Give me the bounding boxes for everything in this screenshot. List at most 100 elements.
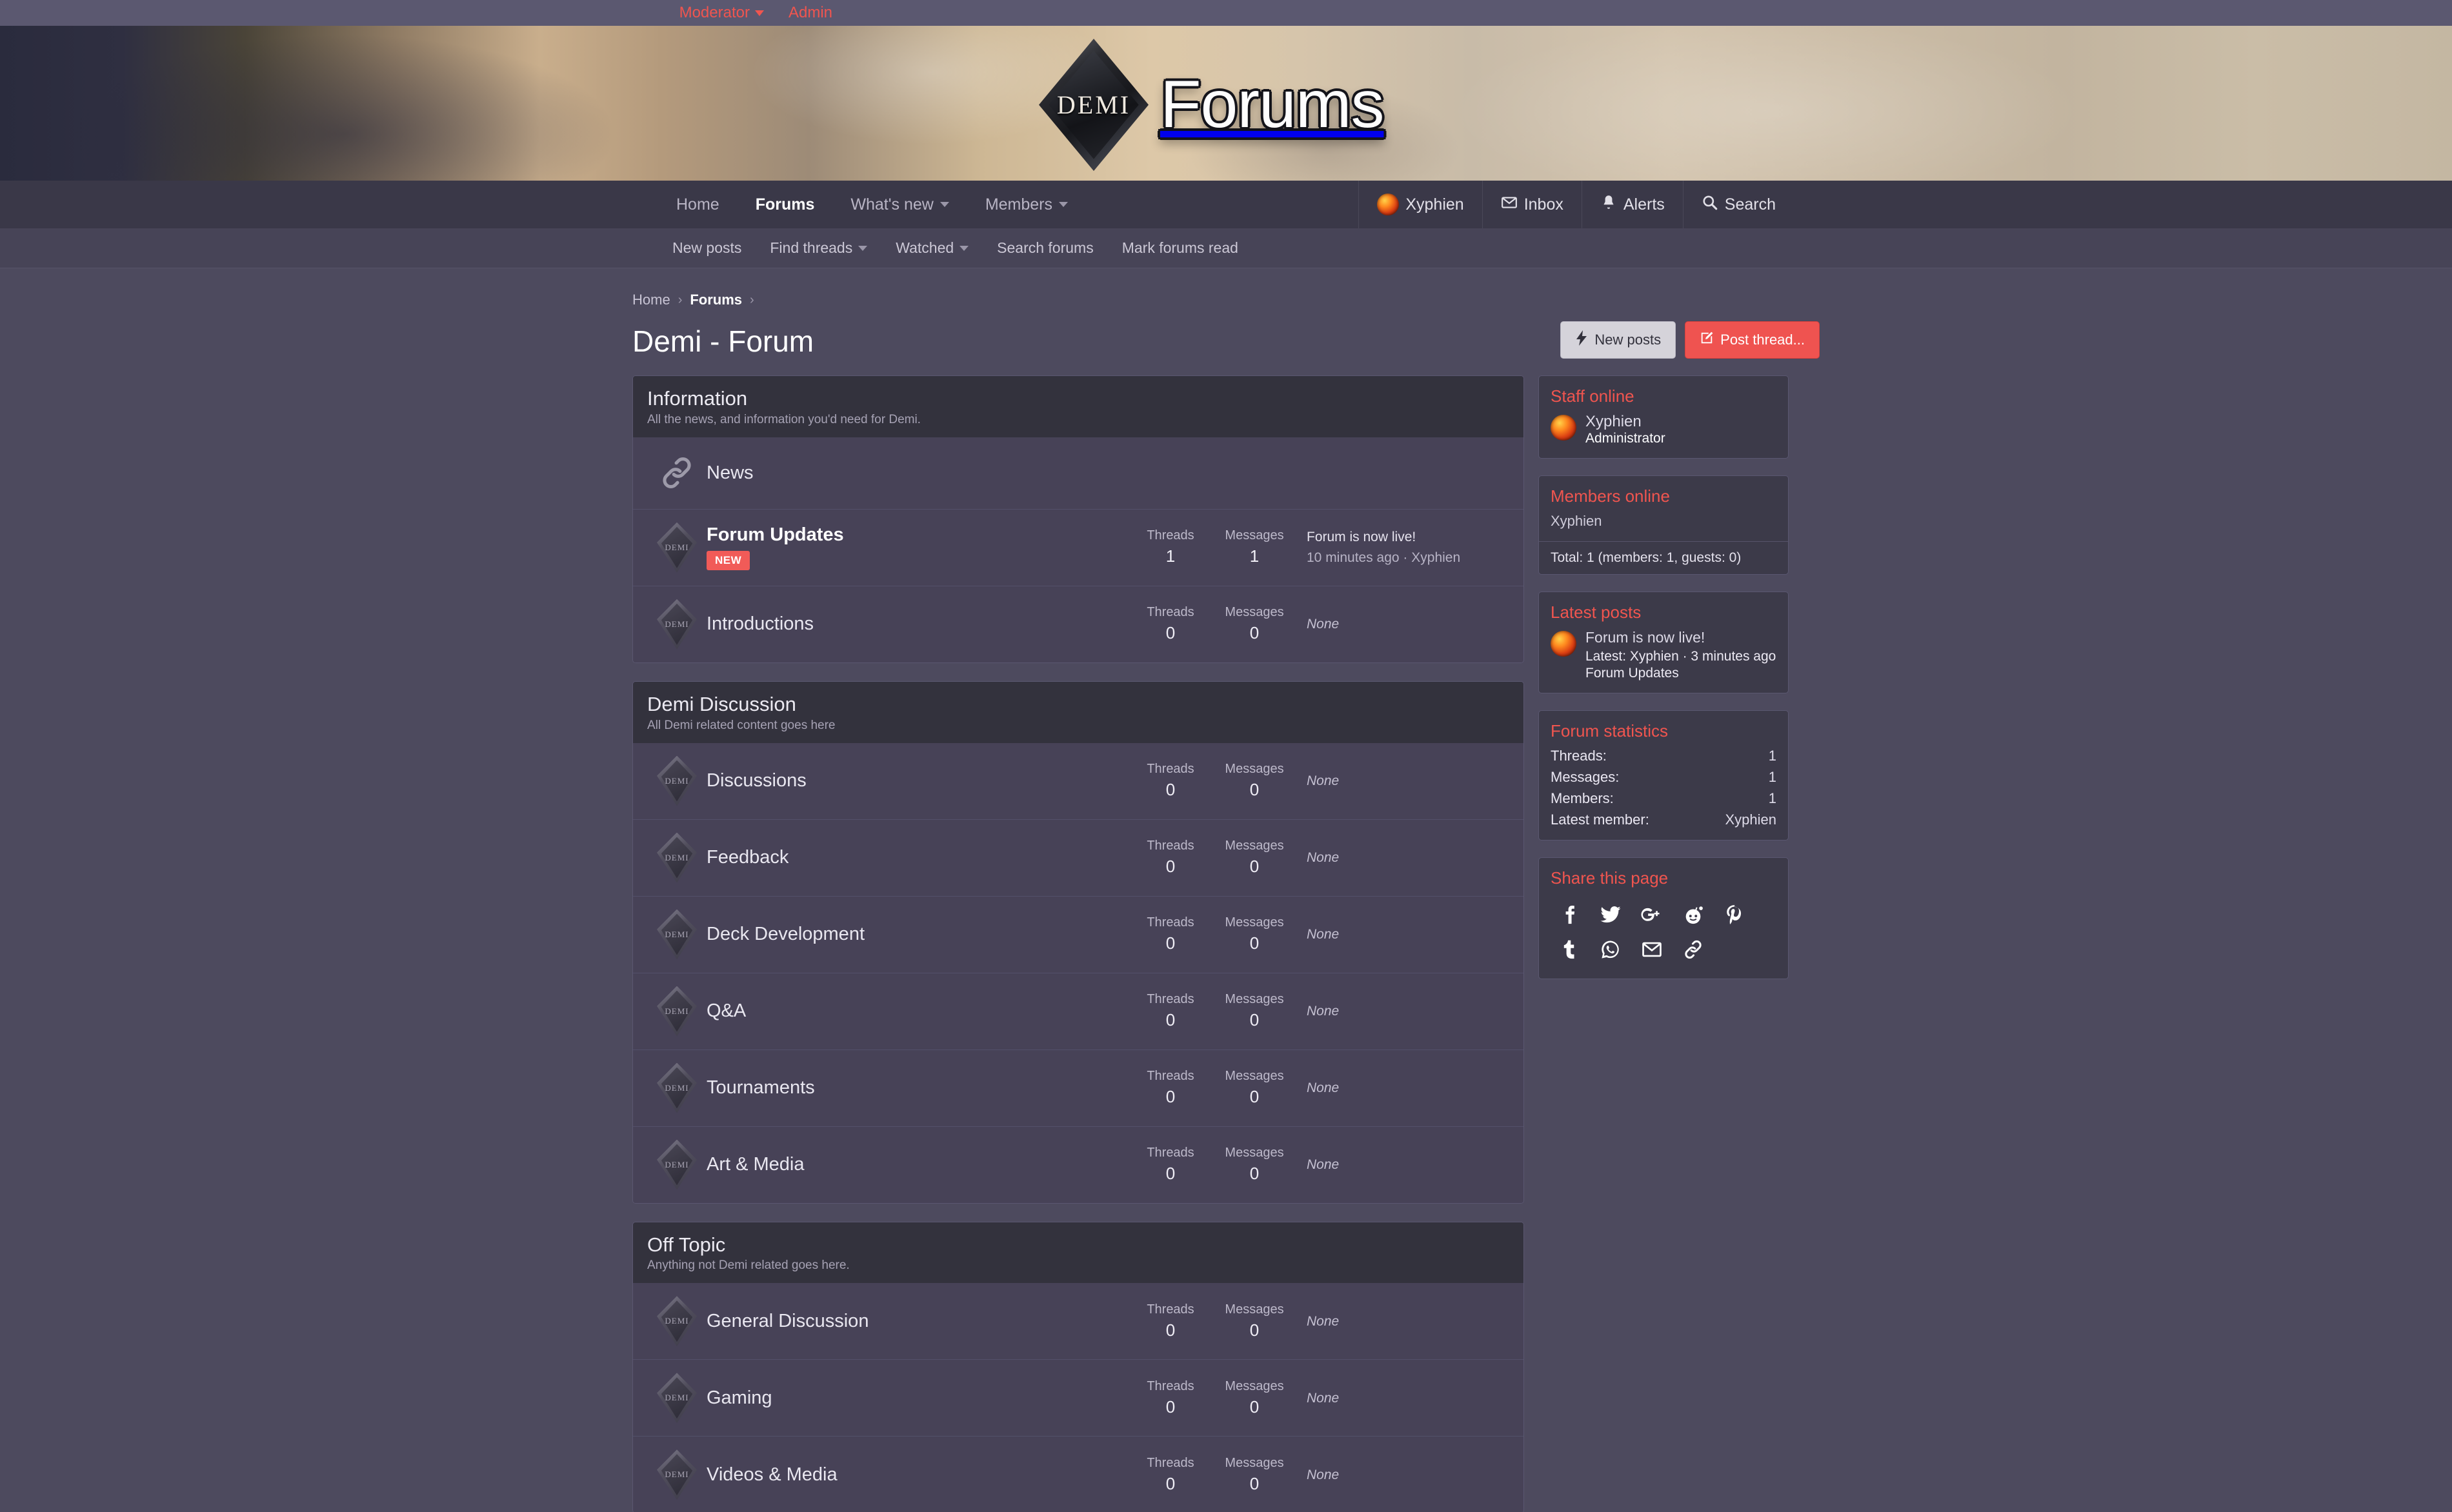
- nav-item-label: Xyphien: [1405, 195, 1464, 214]
- forum-row[interactable]: DEMI General Discussion Threads 0 Messages 0 N…: [633, 1283, 1523, 1360]
- nav-inbox-link[interactable]: Inbox: [1482, 181, 1582, 228]
- stat-threads: Threads 0: [1129, 605, 1212, 643]
- staff-online-member[interactable]: Xyphien Administrator: [1551, 413, 1776, 446]
- forum-row[interactable]: DEMI Feedback Threads 0 Messages 0 None: [633, 819, 1523, 897]
- forum-title-link[interactable]: Tournaments: [707, 1077, 1129, 1099]
- forum-title-link[interactable]: Gaming: [707, 1388, 1129, 1409]
- forum-row[interactable]: DEMI Q&A Threads 0 Messages 0 None: [633, 973, 1523, 1050]
- admin-link[interactable]: Admin: [789, 4, 832, 22]
- post-thread-button[interactable]: Post thread...: [1685, 321, 1820, 359]
- stat-label: Messages: [1225, 762, 1284, 776]
- forum-title-link[interactable]: Introductions: [707, 613, 1129, 635]
- stat-label: Threads: [1147, 1302, 1194, 1317]
- link-icon: [658, 454, 696, 492]
- avatar: [1551, 415, 1576, 441]
- forum-row[interactable]: DEMI Deck Development Threads 0 Messages 0 Non…: [633, 896, 1523, 973]
- nav-item-members[interactable]: Members: [967, 181, 1086, 228]
- category-title[interactable]: Off Topic: [647, 1233, 1509, 1258]
- subnav-item-new-posts[interactable]: New posts: [658, 239, 756, 257]
- forum-row[interactable]: DEMI Discussions Threads 0 Messages 0 None: [633, 742, 1523, 820]
- stat-threads: Threads 0: [1129, 1456, 1212, 1494]
- site-logo[interactable]: DEMI Forums: [1039, 39, 1384, 171]
- members-online-member[interactable]: Xyphien: [1551, 513, 1602, 529]
- statistic-key: Members:: [1551, 790, 1614, 806]
- forum-row[interactable]: DEMI Forum Updates NEW Threads 1 Messages 1 For…: [633, 509, 1523, 586]
- nav-item-home[interactable]: Home: [658, 181, 738, 228]
- forum-last-post-cell: None: [1296, 848, 1509, 868]
- moderator-menu-link[interactable]: Moderator: [679, 4, 764, 22]
- stat-value: 0: [1165, 933, 1176, 953]
- forum-icon-cell: DEMI: [647, 909, 707, 960]
- stat-label: Threads: [1147, 1146, 1194, 1160]
- nav-search-link[interactable]: Search: [1682, 181, 1794, 228]
- forum-stats-cell: Threads 0 Messages 0: [1129, 1456, 1296, 1494]
- statistic-value: 1: [1768, 790, 1776, 806]
- forum-icon-cell: DEMI: [647, 599, 707, 650]
- forum-title-link[interactable]: Q&A: [707, 1000, 1129, 1022]
- forum-row[interactable]: DEMI Introductions Threads 0 Messages 0 None: [633, 586, 1523, 662]
- forum-title-link[interactable]: Discussions: [707, 770, 1129, 791]
- nav-item-forums[interactable]: Forums: [738, 181, 833, 228]
- breadcrumb-item-home[interactable]: Home: [632, 292, 670, 308]
- forum-title-link[interactable]: General Discussion: [707, 1311, 1129, 1332]
- forum-row[interactable]: DEMI Art & Media Threads 0 Messages 0 None: [633, 1126, 1523, 1203]
- category-title[interactable]: Information: [647, 386, 1509, 412]
- email-icon[interactable]: [1633, 932, 1671, 967]
- stat-threads: Threads 0: [1129, 839, 1212, 877]
- stat-label: Threads: [1147, 839, 1194, 853]
- new-posts-button[interactable]: New posts: [1560, 321, 1676, 359]
- latest-post-forum[interactable]: Forum Updates: [1585, 666, 1776, 681]
- forum-row[interactable]: DEMI Gaming Threads 0 Messages 0 None: [633, 1360, 1523, 1437]
- link-icon[interactable]: [1674, 932, 1712, 967]
- statistic-row: Threads: 1: [1551, 748, 1776, 764]
- subnav-item-label: Find threads: [770, 239, 853, 256]
- reddit-icon[interactable]: [1674, 897, 1712, 932]
- statistic-key: Latest member:: [1551, 811, 1649, 828]
- nav-item-label: Search: [1724, 195, 1776, 214]
- category-title[interactable]: Demi Discussion: [647, 692, 1509, 717]
- top-account-bar: Moderator Admin: [0, 0, 2452, 26]
- forum-row[interactable]: News: [633, 437, 1523, 510]
- last-post-title[interactable]: Forum is now live!: [1307, 527, 1509, 548]
- forum-title-link[interactable]: Deck Development: [707, 924, 1129, 945]
- nav-xyphien-link[interactable]: Xyphien: [1358, 181, 1482, 228]
- latest-post-title[interactable]: Forum is now live!: [1585, 629, 1776, 646]
- subnav-item-search-forums[interactable]: Search forums: [983, 239, 1108, 257]
- forum-icon-cell: DEMI: [647, 1449, 707, 1500]
- stat-value: 1: [1249, 546, 1260, 566]
- pinterest-icon[interactable]: [1716, 897, 1753, 932]
- last-post-none: None: [1307, 850, 1340, 865]
- forum-title-link[interactable]: Feedback: [707, 847, 1129, 868]
- site-header-banner: DEMI Forums: [0, 26, 2452, 181]
- demi-diamond-icon: DEMI: [657, 755, 697, 806]
- envelope-icon: [1501, 194, 1518, 215]
- facebook-icon[interactable]: [1551, 897, 1588, 932]
- demi-diamond-icon: DEMI: [657, 599, 697, 650]
- nav-main-items: Home Forums What's new Members: [658, 181, 1086, 228]
- nav-alerts-link[interactable]: Alerts: [1581, 181, 1683, 228]
- forum-title-link[interactable]: News: [707, 463, 1509, 484]
- nav-item-what-s-new[interactable]: What's new: [832, 181, 967, 228]
- breadcrumb-item-forums[interactable]: Forums: [690, 292, 742, 308]
- stat-value: 0: [1165, 780, 1176, 799]
- subnav-item-watched[interactable]: Watched: [881, 239, 983, 257]
- subnav-item-mark-forums-read[interactable]: Mark forums read: [1108, 239, 1252, 257]
- forum-title-link[interactable]: Art & Media: [707, 1154, 1129, 1175]
- forum-title-link[interactable]: Videos & Media: [707, 1464, 1129, 1486]
- latest-post-item[interactable]: Forum is now live! Latest: Xyphien · 3 m…: [1551, 629, 1776, 681]
- forum-statistics-title: Forum statistics: [1551, 721, 1669, 741]
- demi-diamond-icon: DEMI: [657, 909, 697, 960]
- tumblr-icon[interactable]: [1551, 932, 1588, 967]
- stat-value: 0: [1165, 1473, 1176, 1493]
- google-plus-icon[interactable]: [1633, 897, 1671, 932]
- forum-row[interactable]: DEMI Tournaments Threads 0 Messages 0 None: [633, 1049, 1523, 1127]
- whatsapp-icon[interactable]: [1592, 932, 1629, 967]
- forum-info-cell: Gaming: [707, 1388, 1129, 1409]
- staff-member-name[interactable]: Xyphien: [1585, 413, 1665, 431]
- forum-row[interactable]: DEMI Videos & Media Threads 0 Messages 0 None: [633, 1437, 1523, 1512]
- stat-value: 0: [1165, 1320, 1176, 1340]
- twitter-icon[interactable]: [1592, 897, 1629, 932]
- forum-title-link[interactable]: Forum Updates: [707, 524, 1129, 546]
- page-title: Demi - Forum: [632, 324, 814, 358]
- subnav-item-find-threads[interactable]: Find threads: [756, 239, 881, 257]
